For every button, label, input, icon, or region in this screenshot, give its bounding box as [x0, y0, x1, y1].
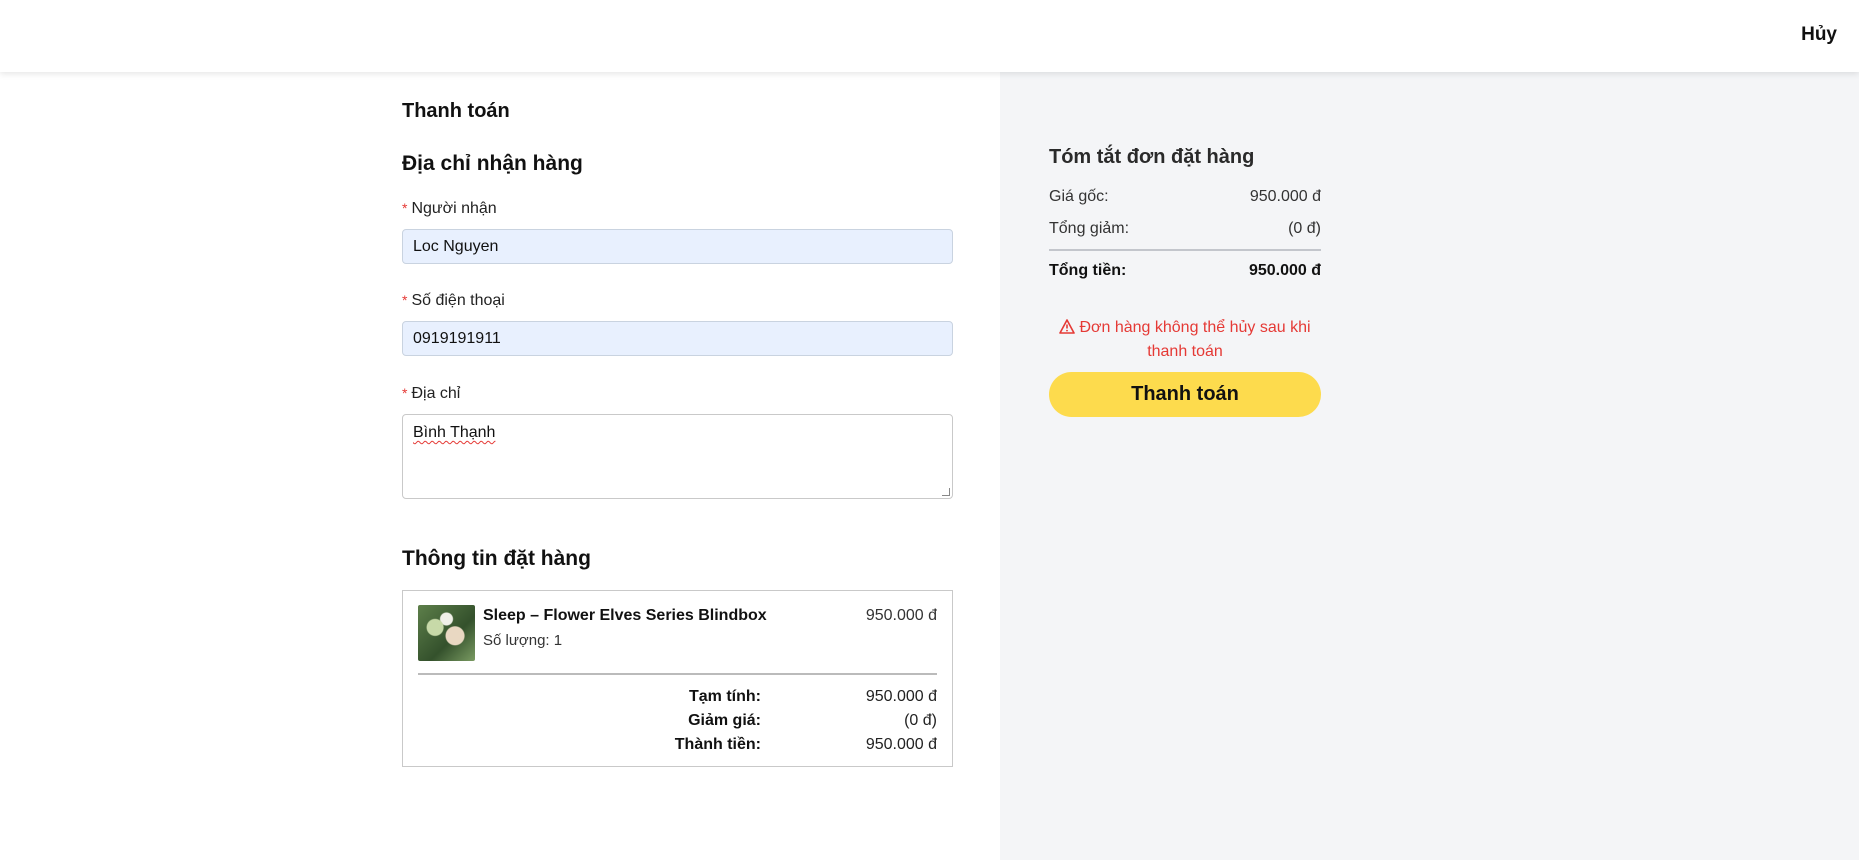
address-section-title: Địa chỉ nhận hàng [402, 152, 583, 175]
warning-text: Đơn hàng không thể hủy sau khi thanh toá… [1079, 319, 1311, 360]
cancel-warning: Đơn hàng không thể hủy sau khi thanh toá… [1049, 316, 1321, 364]
discount-row: Giảm giá: (0 đ) [403, 712, 937, 732]
cancel-button[interactable]: Hủy [1801, 24, 1837, 46]
subtotal-value: 950.000 đ [865, 688, 937, 705]
pay-button[interactable]: Thanh toán [1049, 372, 1321, 417]
grand-total-value: 950.000 đ [1248, 262, 1321, 279]
order-total-label: Thành tiền: [674, 736, 761, 753]
page-title: Thanh toán [402, 100, 510, 122]
product-thumbnail [418, 605, 475, 661]
order-total-value: 950.000 đ [865, 736, 937, 753]
recipient-label-text: Người nhận [411, 200, 497, 217]
address-label: * Địa chỉ [402, 385, 460, 403]
order-total-row: Thành tiền: 950.000 đ [403, 736, 937, 756]
recipient-value: Loc Nguyen [413, 237, 499, 255]
address-value: Bình Thạnh [413, 424, 496, 441]
required-mark: * [402, 292, 408, 308]
top-bar: Hủy [0, 0, 1859, 72]
address-textarea[interactable]: Bình Thạnh [402, 414, 953, 499]
required-mark: * [402, 200, 408, 216]
subtotal-label: Tạm tính: [689, 688, 761, 705]
order-section-title: Thông tin đặt hàng [402, 547, 591, 570]
phone-label-text: Số điện thoại [411, 292, 505, 309]
phone-value: 0919191911 [413, 329, 501, 347]
resize-handle-icon[interactable] [942, 488, 950, 496]
total-discount-label: Tổng giảm: [1049, 220, 1130, 237]
summary-title: Tóm tắt đơn đặt hàng [1049, 146, 1255, 168]
discount-label: Giảm giá: [688, 712, 761, 729]
required-mark: * [402, 385, 408, 401]
recipient-label: * Người nhận [402, 200, 497, 218]
discount-value: (0 đ) [904, 712, 937, 729]
original-price-value: 950.000 đ [1249, 188, 1321, 205]
summary-divider [1049, 249, 1321, 251]
total-discount-row: Tổng giảm: (0 đ) [1049, 220, 1321, 238]
original-price-row: Giá gốc: 950.000 đ [1049, 188, 1321, 206]
address-label-text: Địa chỉ [411, 385, 461, 402]
phone-label: * Số điện thoại [402, 292, 505, 310]
phone-input[interactable]: 0919191911 [402, 321, 953, 356]
grand-total-label: Tổng tiền: [1049, 262, 1127, 279]
product-name: Sleep – Flower Elves Series Blindbox [483, 607, 767, 624]
product-price: 950.000 đ [865, 607, 937, 624]
divider [418, 673, 937, 675]
grand-total-row: Tổng tiền: 950.000 đ [1049, 262, 1321, 280]
warning-triangle-icon [1059, 319, 1076, 334]
total-discount-value: (0 đ) [1288, 220, 1321, 237]
order-details-box: Sleep – Flower Elves Series Blindbox Số … [402, 590, 953, 767]
subtotal-row: Tạm tính: 950.000 đ [403, 688, 937, 708]
recipient-input[interactable]: Loc Nguyen [402, 229, 953, 264]
original-price-label: Giá gốc: [1049, 188, 1109, 205]
product-quantity: Số lượng: 1 [483, 632, 563, 649]
